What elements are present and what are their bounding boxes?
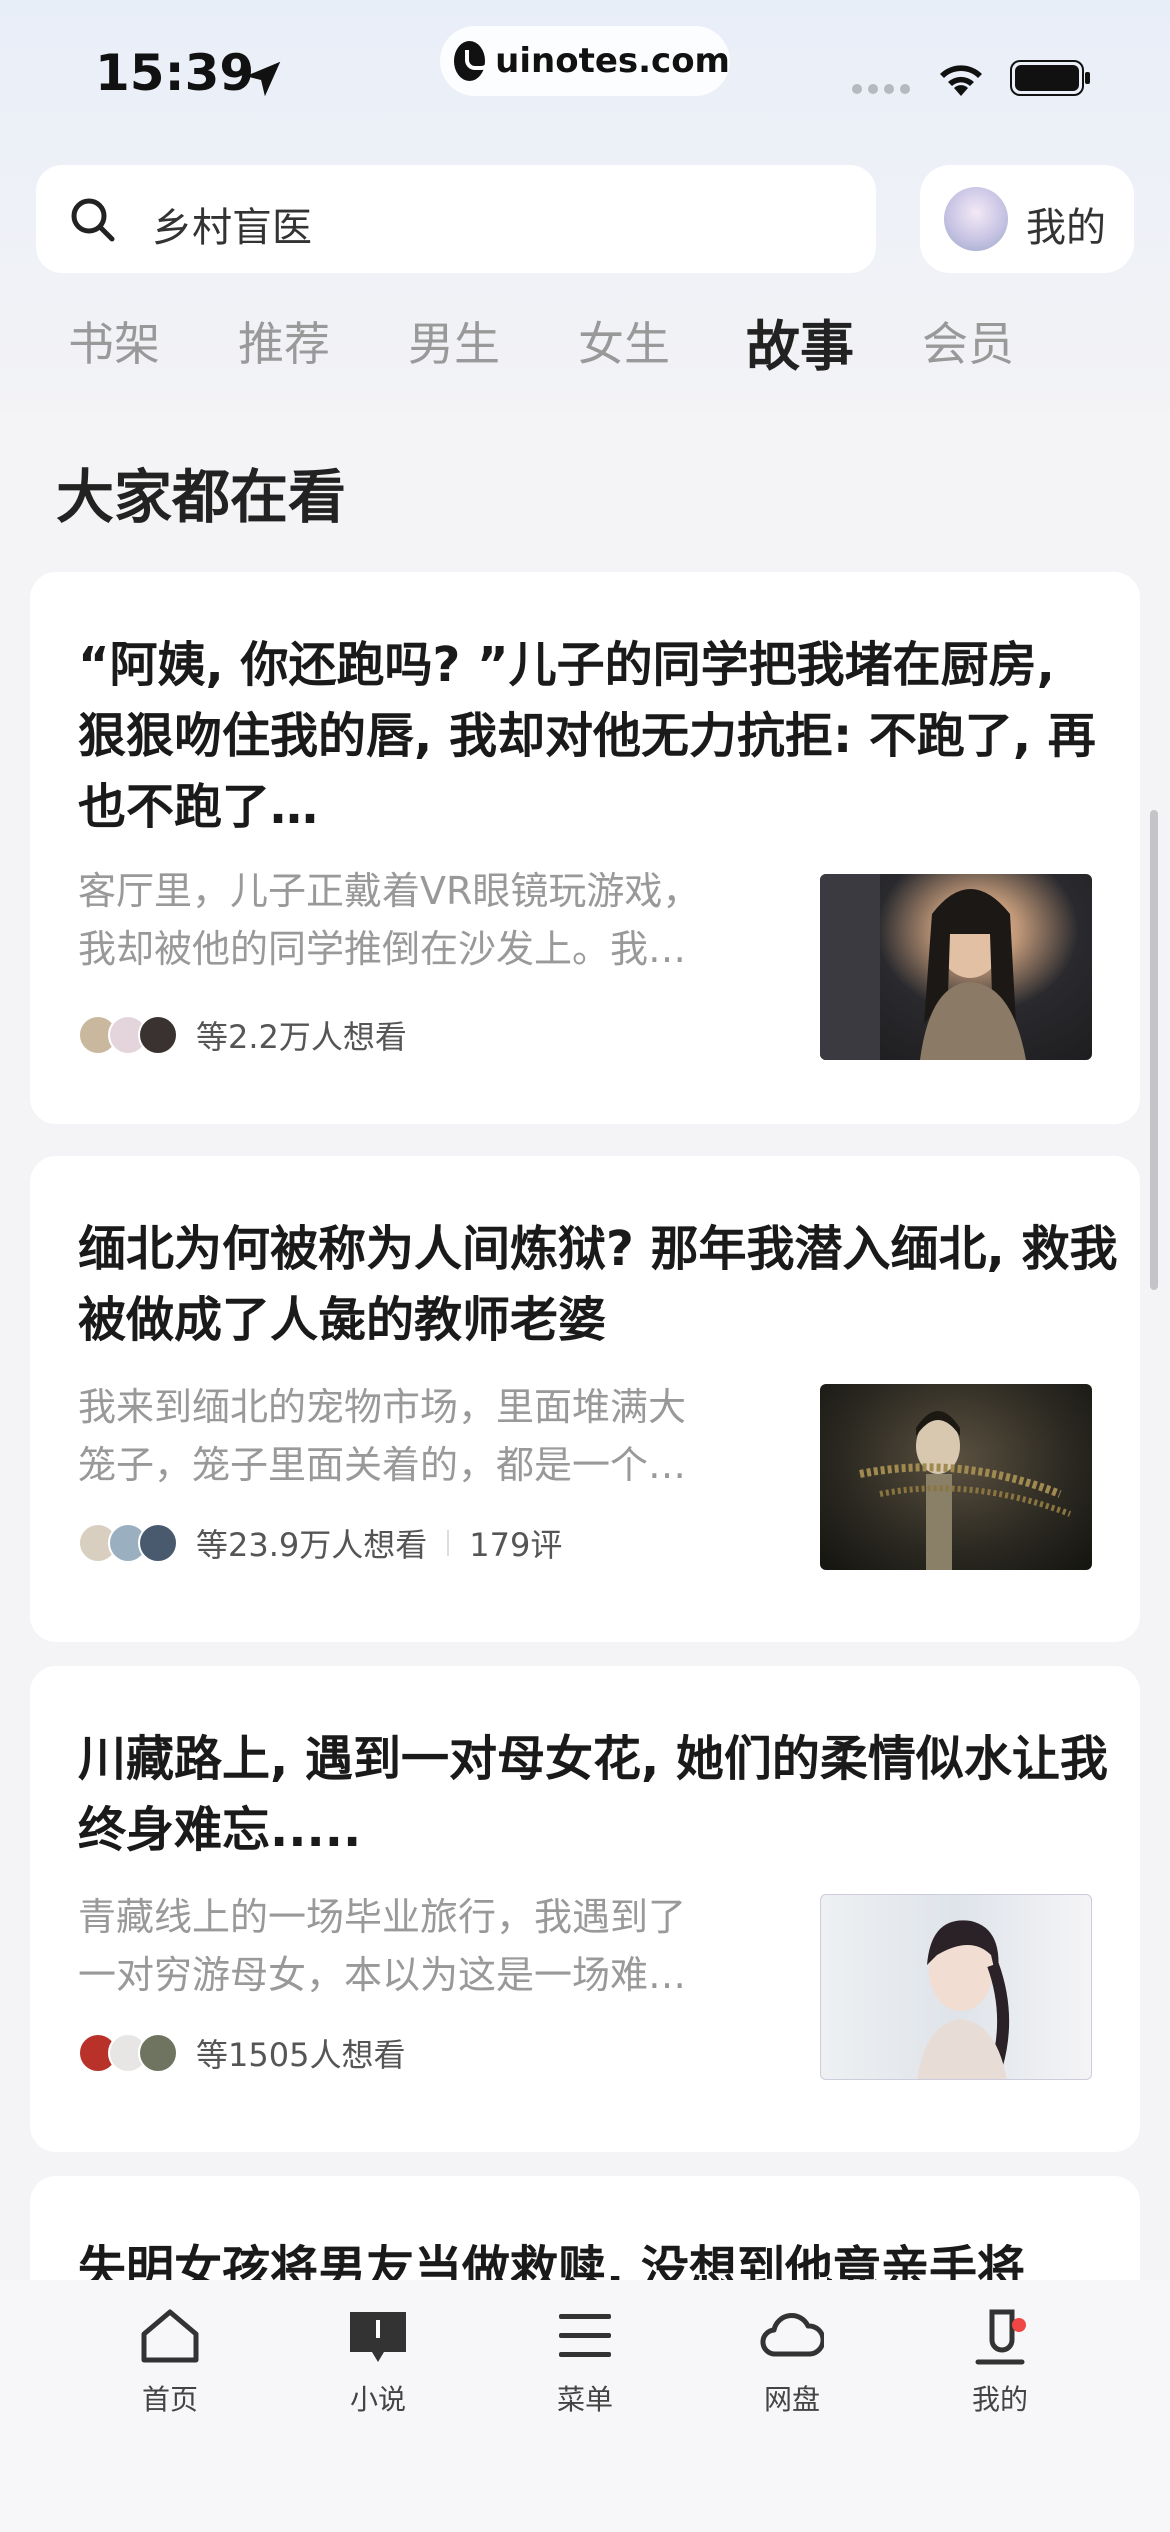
story-desc-line: 一对穷游母女，本以为这是一场难… [78,1953,687,1997]
tab-male[interactable]: 男生 [408,308,500,374]
story-desc: 我来到缅北的宠物市场，里面堆满大 笼子，笼子里面关着的，都是一个… [78,1378,758,1494]
story-title: 缅北为何被称为人间炼狱? 那年我潜入缅北, 救我被做成了人彘的教师老婆 [78,1221,1118,1348]
location-arrow-icon [245,61,281,97]
tab-stories[interactable]: 故事 [746,302,854,381]
nav-profile[interactable]: 我的 [920,2304,1080,2434]
nav-menu[interactable]: 菜单 [505,2304,665,2434]
mine-button[interactable]: 我的 [920,165,1134,273]
site-logo-icon [454,41,492,81]
avatar [944,187,1008,251]
reader-count: 等2.2万人想看 [196,1018,407,1056]
meta-divider [447,1530,450,1556]
story-title: 川藏路上, 遇到一对母女花, 她们的柔情似水让我终身难忘..... [78,1731,1108,1858]
category-tabs: 书架 推荐 男生 女生 故事 会员 [0,300,1170,390]
tab-bookshelf[interactable]: 书架 [68,308,160,374]
story-desc: 客厅里，儿子正戴着VR眼镜玩游戏， 我却被他的同学推倒在沙发上。我… [78,862,758,978]
nav-cloud[interactable]: 网盘 [712,2304,872,2434]
story-card[interactable]: 缅北为何被称为人间炼狱? 那年我潜入缅北, 救我被做成了人彘的教师老婆 我来到缅… [30,1156,1140,1642]
reader-avatars [78,1015,178,1055]
story-desc-line: 青藏线上的一场毕业旅行，我遇到了 [78,1895,687,1939]
tab-vip[interactable]: 会员 [922,308,1014,374]
story-meta: 等23.9万人想看 179评 [78,1520,562,1566]
avatar [138,1015,178,1055]
story-feed: 大家都在看 “阿姨, 你还跑吗? ”儿子的同学把我堵在厨房, 狠狠吻住我的唇, … [0,410,1170,2280]
nav-label: 网盘 [763,2383,820,2416]
cloud-icon [760,2313,824,2357]
status-bar: 15:39 uinotes.com [0,0,1170,150]
notification-dot [1012,2318,1026,2332]
bottom-nav: 首页 小说 菜单 网盘 我的 [0,2280,1170,2532]
reader-avatars [78,2033,178,2073]
story-title: “阿姨, 你还跑吗? ”儿子的同学把我堵在厨房, 狠狠吻住我的唇, 我却对他无力… [78,637,1096,835]
avatar [138,1523,178,1563]
scrollbar[interactable] [1150,810,1158,1290]
search-input[interactable]: 乡村盲医 [152,195,312,253]
thumbnail-figure [820,874,1026,1060]
section-title: 大家都在看 [56,463,347,531]
url-text: uinotes.com [495,41,730,81]
battery-icon [1010,60,1090,96]
thumbnail-figure [859,1411,1072,1570]
story-desc-line: 笼子，笼子里面关着的，都是一个… [78,1443,687,1487]
nav-label: 我的 [971,2383,1028,2416]
story-meta: 等2.2万人想看 [78,1012,407,1058]
search-icon [71,198,115,242]
search-bar[interactable]: 乡村盲医 [36,165,876,273]
nav-home[interactable]: 首页 [90,2304,250,2434]
story-title: 失明女孩将男友当做救赎, 没想到他竟亲手将 [78,2241,1025,2280]
profile-icon [975,2309,1025,2365]
url-pill[interactable]: uinotes.com [440,26,730,96]
home-icon [141,2309,199,2363]
status-time: 15:39 [95,44,255,102]
story-desc-line: 我却被他的同学推倒在沙发上。我… [78,927,687,971]
avatar [138,2033,178,2073]
comment-count: 179评 [469,1526,563,1564]
nav-label: 首页 [141,2383,198,2416]
story-thumbnail [820,1384,1092,1570]
book-icon [350,2312,406,2362]
story-desc-line: 客厅里，儿子正戴着VR眼镜玩游戏， [78,869,701,913]
cellular-signal-icon [852,84,910,94]
nav-label: 小说 [349,2383,406,2416]
story-desc: 青藏线上的一场毕业旅行，我遇到了 一对穷游母女，本以为这是一场难… [78,1888,758,2004]
story-thumbnail [820,874,1092,1060]
thumbnail-figure [917,1920,1010,2079]
wifi-icon [940,65,982,96]
reader-avatars [78,1523,178,1563]
story-thumbnail [820,1894,1092,2080]
reader-count: 等1505人想看 [196,2036,406,2074]
menu-icon [559,2314,611,2357]
story-desc-line: 我来到缅北的宠物市场，里面堆满大 [78,1385,687,1429]
story-meta: 等1505人想看 [78,2030,405,2076]
reader-count: 等23.9万人想看 [196,1526,428,1564]
story-card[interactable]: 川藏路上, 遇到一对母女花, 她们的柔情似水让我终身难忘..... 青藏线上的一… [30,1666,1140,2152]
story-card[interactable]: “阿姨, 你还跑吗? ”儿子的同学把我堵在厨房, 狠狠吻住我的唇, 我却对他无力… [30,572,1140,1124]
nav-label: 菜单 [556,2383,613,2416]
mine-button-label: 我的 [1026,205,1106,251]
tab-female[interactable]: 女生 [578,308,670,374]
nav-novel[interactable]: 小说 [298,2304,458,2434]
tab-recommend[interactable]: 推荐 [238,308,330,374]
story-card[interactable]: 失明女孩将男友当做救赎, 没想到他竟亲手将 [30,2176,1140,2280]
